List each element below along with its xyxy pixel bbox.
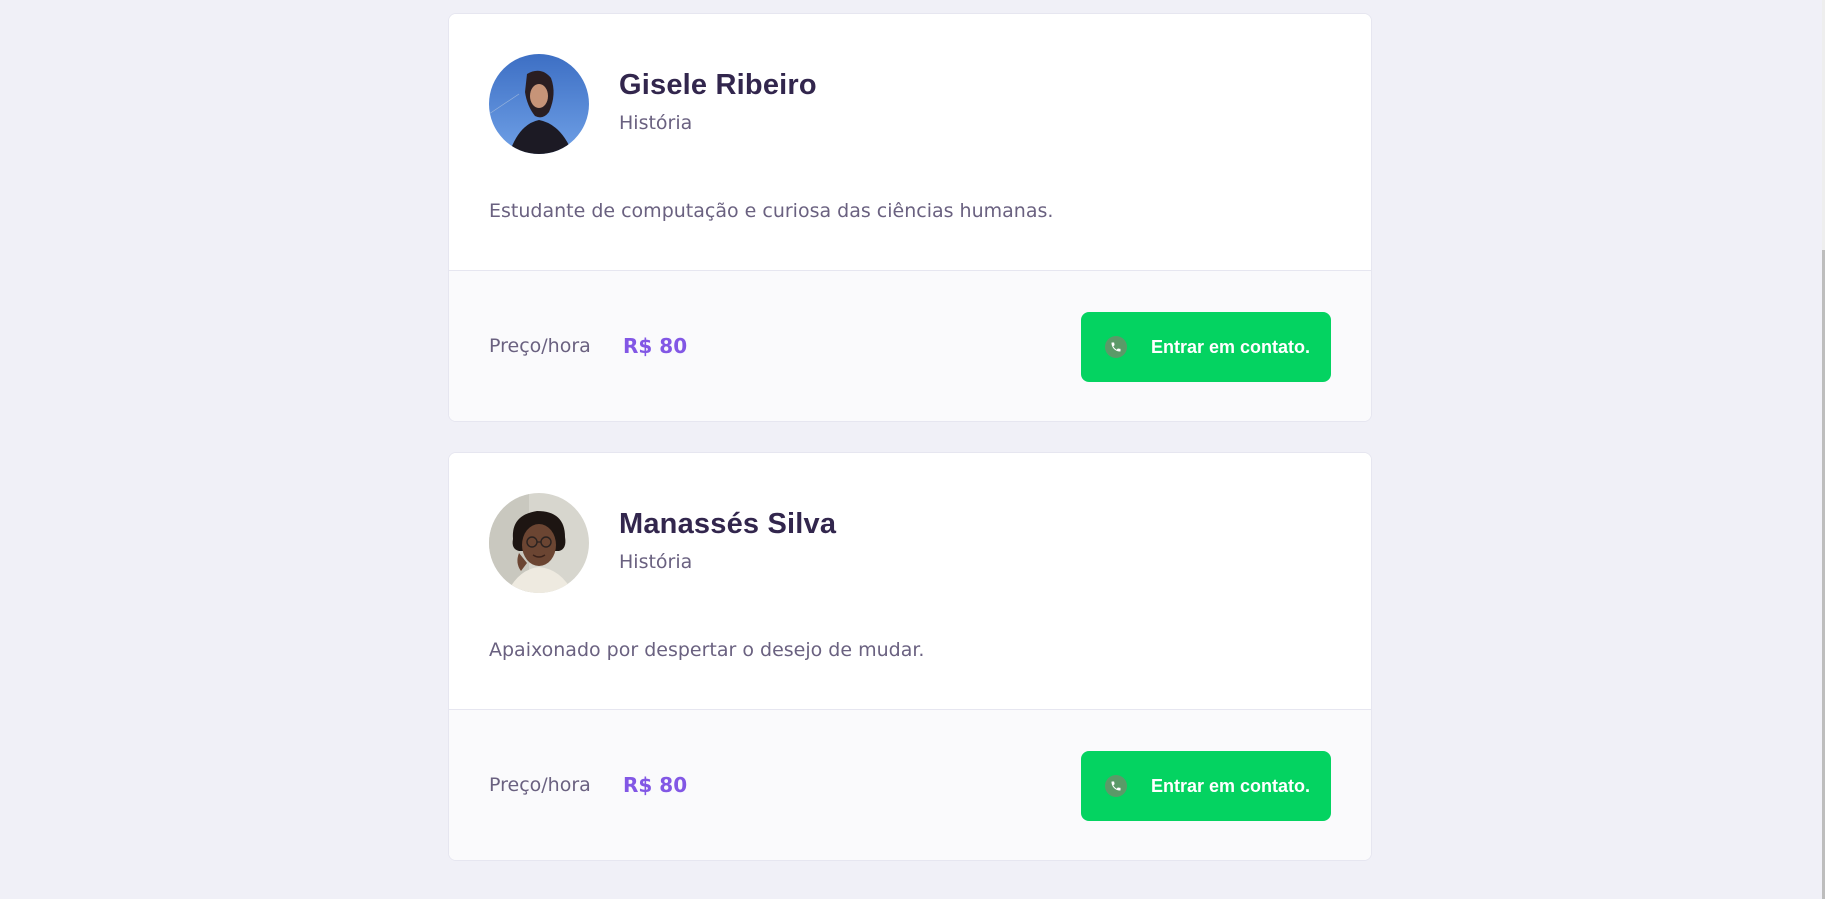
teacher-subject: História	[619, 551, 693, 573]
contact-button-label: Entrar em contato.	[1151, 775, 1311, 796]
price-value: R$ 80	[623, 334, 688, 358]
teacher-name: Manassés Silva	[619, 508, 837, 540]
contact-button-label: Entrar em contato.	[1151, 336, 1311, 357]
teacher-card-footer: Preço/hora R$ 80 Entrar em contato.	[449, 270, 1371, 421]
whatsapp-phone-icon	[1105, 775, 1127, 797]
teacher-bio: Apaixonado por despertar o desejo de mud…	[489, 639, 925, 661]
avatar	[489, 493, 589, 593]
teacher-card-header: Gisele Ribeiro História Estudante de com…	[449, 14, 1371, 270]
price-label: Preço/hora	[489, 335, 591, 357]
avatar	[489, 54, 589, 154]
whatsapp-phone-icon	[1105, 336, 1127, 358]
teacher-bio: Estudante de computação e curiosa das ci…	[489, 200, 1054, 222]
contact-button[interactable]: Entrar em contato.	[1081, 312, 1331, 382]
teacher-card: Gisele Ribeiro História Estudante de com…	[448, 13, 1372, 422]
contact-button[interactable]: Entrar em contato.	[1081, 751, 1331, 821]
teacher-name: Gisele Ribeiro	[619, 69, 817, 101]
price-value: R$ 80	[623, 773, 688, 797]
teacher-card-footer: Preço/hora R$ 80 Entrar em contato.	[449, 709, 1371, 860]
teacher-card: Manassés Silva História Apaixonado por d…	[448, 452, 1372, 861]
teacher-subject: História	[619, 112, 693, 134]
teacher-card-header: Manassés Silva História Apaixonado por d…	[449, 453, 1371, 709]
price-label: Preço/hora	[489, 774, 591, 796]
